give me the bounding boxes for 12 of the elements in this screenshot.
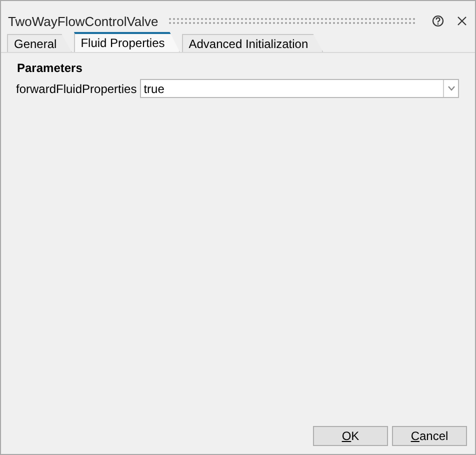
close-button[interactable] bbox=[455, 14, 469, 28]
section-title: Parameters bbox=[17, 61, 84, 75]
parameter-label: forwardFluidProperties bbox=[16, 82, 137, 96]
dialog-button[interactable]: OK bbox=[313, 426, 388, 446]
tab[interactable]: Advanced Initialization bbox=[182, 34, 324, 52]
window-title: TwoWayFlowControlValve bbox=[8, 14, 158, 28]
tab[interactable]: General bbox=[7, 34, 72, 52]
value-dropdown[interactable]: true bbox=[140, 79, 459, 98]
caret-icon bbox=[448, 86, 454, 91]
help-button[interactable] bbox=[431, 14, 445, 28]
tab[interactable]: Fluid Properties bbox=[74, 32, 180, 52]
dialog-button[interactable]: Cancel bbox=[392, 426, 467, 446]
